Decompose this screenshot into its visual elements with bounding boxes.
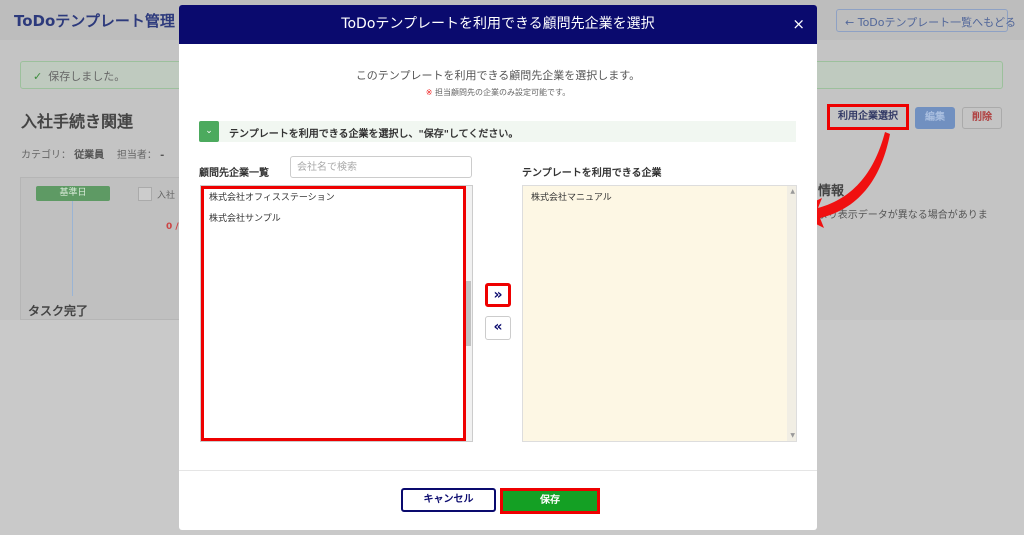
app-title: ToDoテンプレート管理 — [14, 12, 175, 30]
task-label: 入社 — [157, 191, 176, 201]
note-mark: ※ — [425, 88, 433, 97]
edit-button[interactable]: 編集 — [915, 107, 955, 129]
base-date-badge: 基準日 — [36, 186, 110, 201]
task-checkbox[interactable] — [138, 187, 152, 201]
close-icon[interactable]: × — [792, 5, 805, 44]
scrollbar[interactable]: ▲ ▼ — [787, 186, 796, 441]
client-list-label: 顧問先企業一覧 — [199, 168, 269, 179]
template-meta: カテゴリ： 従業員 担当者： - — [21, 146, 164, 161]
scrollbar-thumb[interactable] — [464, 281, 471, 346]
scrollbar[interactable] — [463, 186, 472, 441]
note-text: 担当顧問先の企業のみ設定可能です。 — [435, 88, 571, 97]
timeline-line — [72, 201, 73, 296]
cancel-button[interactable]: キャンセル — [401, 488, 496, 512]
company-select-modal: ToDoテンプレートを利用できる顧問先企業を選択 × このテンプレートを利用でき… — [179, 5, 817, 530]
list-item[interactable]: 株式会社マニュアル — [523, 186, 796, 207]
modal-title: ToDoテンプレートを利用できる顧問先企業を選択 — [341, 16, 655, 32]
scroll-up-icon[interactable]: ▲ — [790, 188, 795, 195]
check-icon: ✓ — [33, 70, 43, 83]
task-done-label: タスク完了 — [28, 304, 89, 318]
scroll-down-icon[interactable]: ▼ — [790, 432, 795, 439]
task-progress: 0 / — [166, 222, 179, 232]
list-item[interactable]: 株式会社オフィスステーション — [201, 186, 472, 207]
add-button[interactable]: » — [485, 283, 511, 307]
chevron-down-icon: ⌄ — [199, 121, 219, 142]
footer-divider — [179, 470, 817, 471]
allowed-company-list[interactable]: 株式会社マニュアル ▲ ▼ — [522, 185, 797, 442]
client-company-list[interactable]: 株式会社オフィスステーション 株式会社サンプル — [200, 185, 473, 442]
modal-description: このテンプレートを利用できる顧問先企業を選択します。 — [355, 69, 641, 82]
remove-button[interactable]: « — [485, 316, 511, 340]
assignee-value: - — [160, 150, 165, 161]
saved-message: 保存しました。 — [48, 70, 126, 83]
allowed-list-label: テンプレートを利用できる企業 — [522, 168, 662, 179]
template-name: 入社手続き関連 — [21, 112, 134, 131]
list-item[interactable]: 株式会社サンプル — [201, 207, 472, 228]
hint-banner: ⌄ テンプレートを利用できる企業を選択し、"保存"してください。 — [199, 121, 796, 142]
category-value: 従業員 — [74, 150, 105, 161]
assignee-label: 担当者： — [116, 150, 157, 161]
modal-note: ※ 担当顧問先の企業のみ設定可能です。 — [179, 87, 817, 98]
modal-header: ToDoテンプレートを利用できる顧問先企業を選択 × — [179, 5, 817, 44]
save-button[interactable]: 保存 — [500, 488, 600, 514]
company-search-input[interactable] — [290, 156, 472, 178]
delete-button[interactable]: 削除 — [962, 107, 1002, 129]
hint-text: テンプレートを利用できる企業を選択し、"保存"してください。 — [229, 129, 519, 140]
category-label: カテゴリ： — [21, 150, 71, 161]
back-to-list-button[interactable]: ← ToDoテンプレート一覧へもどる — [836, 9, 1016, 32]
